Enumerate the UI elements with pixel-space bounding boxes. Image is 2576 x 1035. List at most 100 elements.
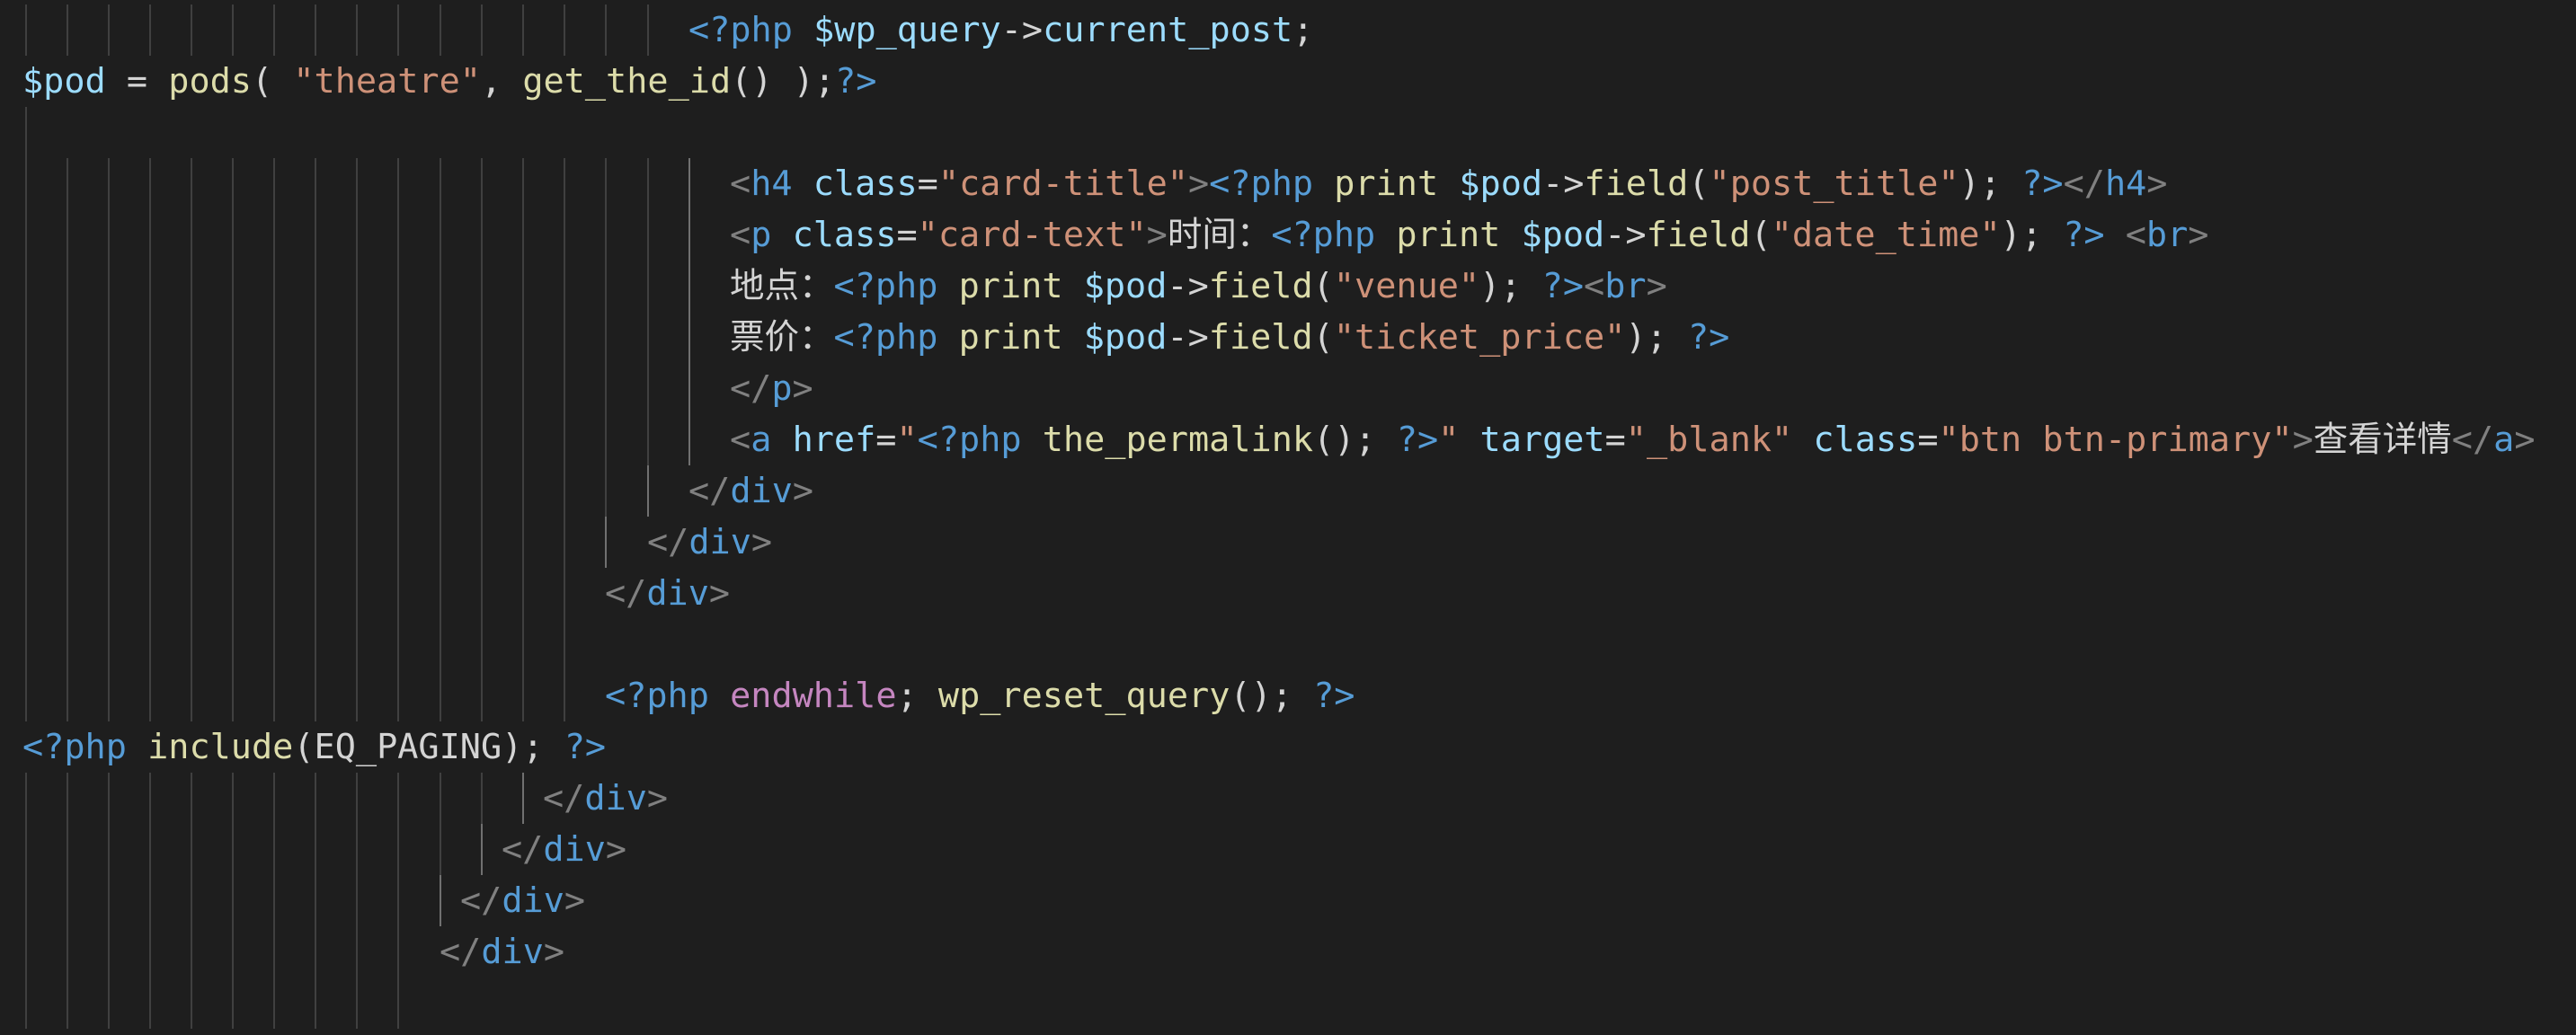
- indent-guide: [481, 464, 483, 517]
- code-line[interactable]: </div>: [0, 464, 2576, 517]
- code-token: href: [792, 419, 876, 460]
- indent-guide: [481, 4, 483, 56]
- code-token: >: [2514, 419, 2536, 460]
- indent-guide: [397, 669, 399, 721]
- indent-guide: [108, 874, 110, 926]
- indent-guide: [108, 208, 110, 261]
- indent-guide: [25, 977, 27, 1029]
- code-line[interactable]: [0, 618, 2576, 670]
- code-token: >: [605, 828, 627, 870]
- code-line[interactable]: </div>: [0, 874, 2576, 926]
- indent-guide: [67, 823, 68, 875]
- indent-guide: [440, 260, 441, 312]
- indent-guide: [605, 413, 607, 465]
- indent-guide: [273, 977, 275, 1029]
- indent-guide: [440, 874, 441, 926]
- code-token: include: [147, 726, 294, 767]
- indent-guide: [522, 311, 524, 363]
- indent-guide: [397, 874, 399, 926]
- code-token: ?>: [1396, 419, 1439, 460]
- indent-guide: [522, 618, 524, 670]
- code-token: >: [792, 470, 814, 511]
- indent-guide: [273, 567, 275, 619]
- code-line[interactable]: <?php include(EQ_PAGING); ?>: [0, 721, 2576, 773]
- indent-guide: [67, 772, 68, 824]
- code-line[interactable]: 票价：<?php print $pod->field("ticket_price…: [0, 311, 2576, 363]
- code-token: "_blank": [1625, 419, 1793, 460]
- indent-guide: [25, 362, 27, 414]
- code-line[interactable]: </div>: [0, 516, 2576, 568]
- code-token: =: [896, 214, 918, 255]
- indent-guide: [522, 4, 524, 56]
- code-token: $wp_query: [813, 9, 1001, 50]
- code-text: </div>: [502, 824, 626, 875]
- indent-guide: [191, 772, 192, 824]
- code-token: div: [688, 521, 751, 562]
- code-token: ();: [1313, 419, 1397, 460]
- code-token: "card-title": [937, 163, 1188, 204]
- indent-guide: [397, 464, 399, 517]
- indent-guide: [273, 516, 275, 568]
- indent-guide: [232, 977, 234, 1029]
- code-token: 时间：: [1167, 214, 1272, 255]
- code-token: (EQ_PAGING);: [293, 726, 564, 767]
- indent-guide: [315, 4, 316, 56]
- indent-guide: [605, 516, 607, 568]
- code-token: >: [2292, 419, 2314, 460]
- code-line[interactable]: </div>: [0, 925, 2576, 978]
- indent-guide: [481, 772, 483, 824]
- indent-guide: [232, 516, 234, 568]
- code-token: >: [1646, 265, 1667, 306]
- code-token: ?>: [2063, 214, 2105, 255]
- indent-guide: [191, 362, 192, 414]
- indent-guide: [273, 925, 275, 978]
- indent-guide: [605, 157, 607, 209]
- code-token: </: [543, 777, 585, 818]
- indent-guide: [522, 362, 524, 414]
- code-line[interactable]: 地点：<?php print $pod->field("venue"); ?><…: [0, 260, 2576, 312]
- code-text: <?php $wp_query->current_post;: [688, 4, 1313, 56]
- indent-guide: [232, 157, 234, 209]
- indent-guide: [108, 413, 110, 465]
- indent-guide: [108, 772, 110, 824]
- code-text: 票价：<?php print $pod->field("ticket_price…: [730, 312, 1729, 363]
- code-line[interactable]: </div>: [0, 567, 2576, 619]
- code-line[interactable]: [0, 977, 2576, 1029]
- indent-guide: [232, 311, 234, 363]
- code-line[interactable]: </div>: [0, 772, 2576, 824]
- code-line[interactable]: $pod = pods( "theatre", get_the_id() );?…: [0, 56, 2576, 107]
- code-token: print: [1313, 163, 1460, 204]
- code-token: ?>: [835, 60, 877, 102]
- indent-guide: [397, 311, 399, 363]
- indent-guide: [647, 413, 649, 465]
- code-line[interactable]: <h4 class="card-title"><?php print $pod-…: [0, 157, 2576, 209]
- code-token: <?php: [833, 265, 938, 306]
- indent-guide: [481, 311, 483, 363]
- code-token: ?>: [564, 726, 607, 767]
- code-token: (: [1750, 214, 1772, 255]
- code-line[interactable]: <a href="<?php the_permalink(); ?>" targ…: [0, 413, 2576, 465]
- code-token: h4: [2104, 163, 2147, 204]
- indent-guide: [647, 208, 649, 261]
- code-token: field: [1208, 265, 1313, 306]
- indent-guide: [564, 208, 565, 261]
- code-line[interactable]: [0, 106, 2576, 158]
- code-token: >: [708, 572, 731, 614]
- indent-guide: [315, 311, 316, 363]
- code-line[interactable]: </p>: [0, 362, 2576, 414]
- code-token: target: [1479, 419, 1605, 460]
- code-line[interactable]: <?php endwhile; wp_reset_query(); ?>: [0, 669, 2576, 721]
- code-token: 地点：: [730, 265, 834, 306]
- indent-guide: [149, 874, 151, 926]
- code-line[interactable]: </div>: [0, 823, 2576, 875]
- code-editor[interactable]: <?php $wp_query->current_post; $pod = pod…: [0, 0, 2576, 1035]
- code-line[interactable]: <p class="card-text">时间：<?php print $pod…: [0, 208, 2576, 261]
- indent-guide: [191, 464, 192, 517]
- indent-guide: [481, 567, 483, 619]
- indent-guide: [108, 567, 110, 619]
- indent-guide: [440, 311, 441, 363]
- code-token: =: [105, 60, 169, 102]
- code-line[interactable]: <?php $wp_query->current_post;: [0, 4, 2576, 56]
